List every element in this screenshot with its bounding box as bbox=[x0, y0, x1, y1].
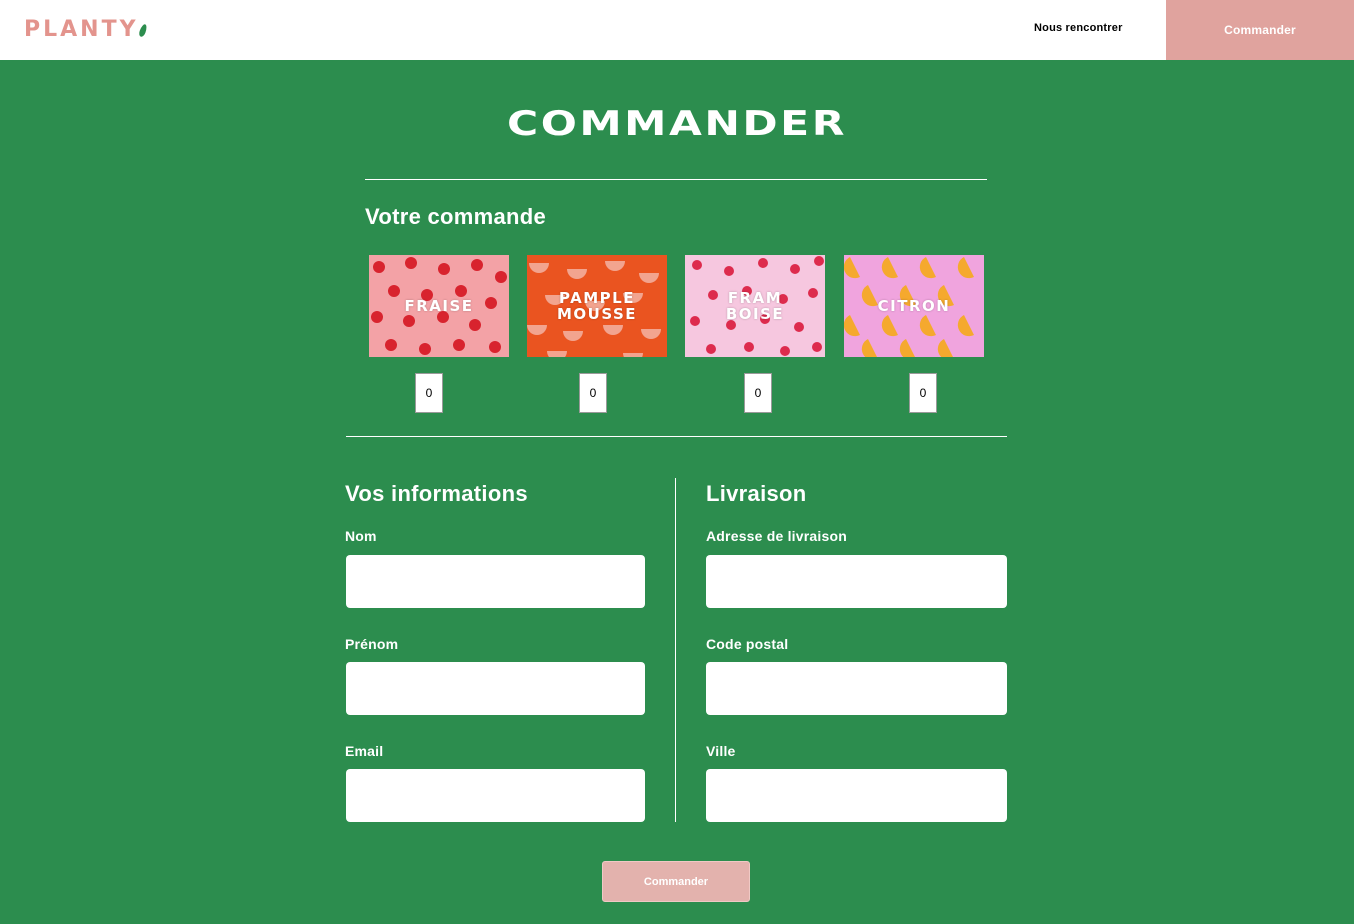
email-label: Email bbox=[345, 743, 384, 759]
product-card-framboise: FRAM BOISE 0 bbox=[685, 255, 825, 415]
quantity-input[interactable]: 0 bbox=[415, 373, 443, 413]
site-header: PLANTY Nous rencontrer Commander bbox=[0, 0, 1354, 60]
quantity-input[interactable]: 0 bbox=[909, 373, 937, 413]
divider bbox=[365, 179, 987, 180]
product-name: CITRON bbox=[877, 297, 951, 315]
address-field[interactable] bbox=[706, 555, 1007, 608]
nav-link-about[interactable]: Nous rencontrer bbox=[1034, 22, 1123, 34]
nom-label: Nom bbox=[345, 528, 377, 544]
divider bbox=[346, 436, 1007, 437]
email-field[interactable] bbox=[346, 769, 645, 822]
prenom-field[interactable] bbox=[346, 662, 645, 715]
planty-logo[interactable]: PLANTY bbox=[24, 17, 148, 42]
product-name: PAMPLE MOUSSE bbox=[556, 289, 638, 323]
postal-code-label: Code postal bbox=[706, 636, 789, 652]
leaf-icon bbox=[137, 22, 148, 38]
product-card-pamplemousse: PAMPLE MOUSSE 0 bbox=[527, 255, 667, 415]
product-name: FRAM BOISE bbox=[725, 289, 785, 323]
submit-order-button[interactable]: Commander bbox=[602, 861, 750, 902]
nav-order-button[interactable]: Commander bbox=[1166, 0, 1354, 60]
order-heading: Votre commande bbox=[365, 204, 547, 229]
address-label: Adresse de livraison bbox=[706, 528, 847, 544]
product-card-fraise: FRAISE 0 bbox=[369, 255, 509, 415]
logo-text: PLANTY bbox=[24, 17, 139, 42]
product-card-citron: CITRON 0 bbox=[844, 255, 984, 415]
city-label: Ville bbox=[706, 743, 736, 759]
nom-field[interactable] bbox=[346, 555, 645, 608]
quantity-input[interactable]: 0 bbox=[579, 373, 607, 413]
postal-code-field[interactable] bbox=[706, 662, 1007, 715]
prenom-label: Prénom bbox=[345, 636, 399, 652]
city-field[interactable] bbox=[706, 769, 1007, 822]
product-name: FRAISE bbox=[404, 297, 474, 315]
delivery-heading: Livraison bbox=[706, 481, 807, 506]
column-divider bbox=[675, 478, 676, 822]
quantity-input[interactable]: 0 bbox=[744, 373, 772, 413]
product-list: FRAISE 0 PAMPLE MOUSSE 0 FRAM BOISE 0 CI… bbox=[369, 255, 984, 415]
info-heading: Vos informations bbox=[345, 481, 528, 506]
page-title: COMMANDER bbox=[507, 104, 847, 144]
